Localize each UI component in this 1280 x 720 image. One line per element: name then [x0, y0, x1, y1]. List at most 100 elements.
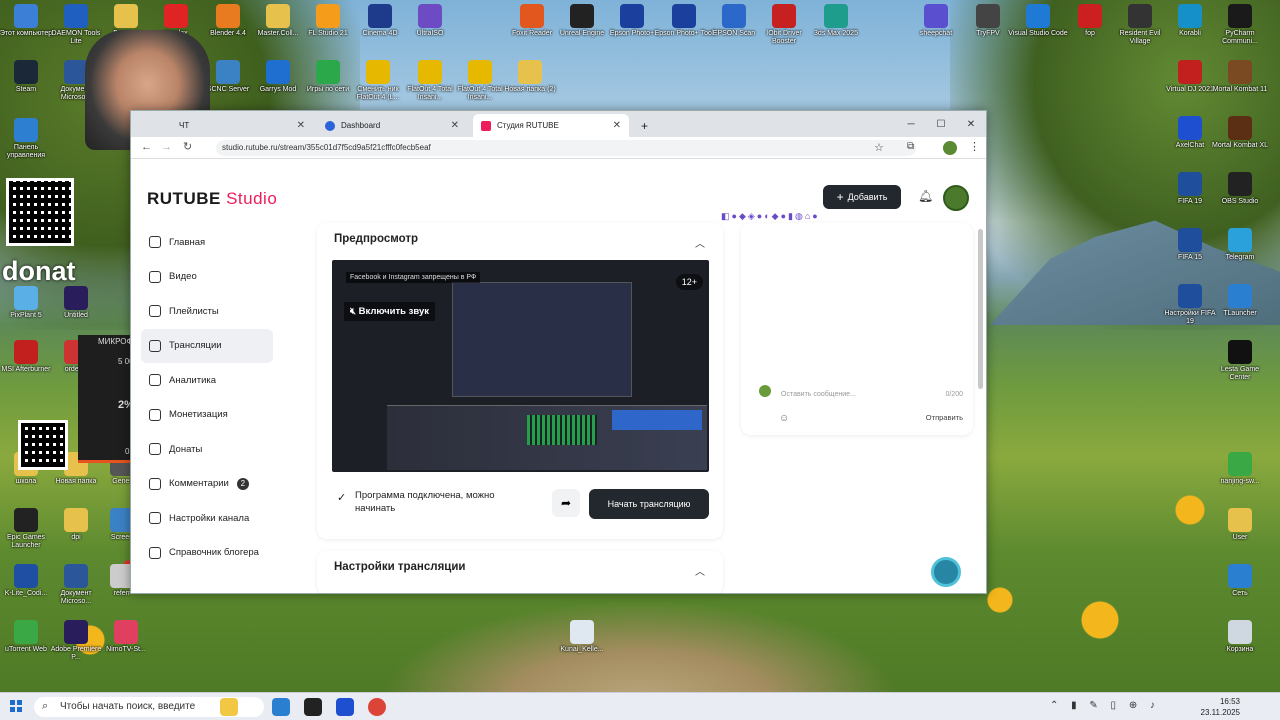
clock[interactable]: 16:53 23.11.2025	[1201, 696, 1240, 718]
browser-menu-icon[interactable]: ⋮	[969, 140, 980, 153]
app-icon	[1228, 508, 1252, 532]
desktop-shortcut[interactable]: 3ds Max 2025	[806, 4, 866, 60]
sidebar-item-label: Донаты	[169, 443, 203, 455]
notifications-bell-icon[interactable]: 🔔︎	[918, 189, 933, 203]
desktop-shortcut[interactable]: FL Studio 21	[298, 4, 358, 60]
url-field[interactable]: studio.rutube.ru/stream/355c01d7f5cd9a5f…	[216, 140, 916, 156]
support-chat-icon[interactable]	[931, 557, 961, 587]
desktop-shortcut[interactable]: sheepchat	[906, 4, 966, 60]
desktop-shortcut[interactable]: OBS Studio	[1210, 172, 1270, 228]
obs-taskbar-icon[interactable]	[304, 698, 322, 716]
tab-ct[interactable]: ЧТ ✕	[171, 114, 313, 137]
sidebar-item-label: Монетизация	[169, 409, 228, 421]
sidebar-item-0[interactable]: Главная	[141, 225, 273, 260]
nav-item-icon	[149, 270, 161, 283]
unmute-button[interactable]: 🔇︎ Включить звук	[344, 302, 435, 321]
desktop-shortcut[interactable]: TLauncher	[1210, 284, 1270, 340]
close-window-button[interactable]: ✕	[956, 111, 986, 137]
app-icon	[672, 4, 696, 28]
tab-dashboard[interactable]: Dashboard ✕	[317, 114, 467, 137]
rutube-studio-logo[interactable]: RUTUBE Studio	[147, 189, 277, 209]
stream-preview-player[interactable]: Facebook и Instagram запрещены в РФ 🔇︎ В…	[332, 260, 709, 472]
desktop-shortcut[interactable]: Сеть	[1210, 564, 1270, 620]
close-tab-icon[interactable]: ✕	[613, 120, 621, 131]
desktop-shortcut[interactable]: UltraISO	[400, 4, 460, 60]
sidebar-item-9[interactable]: Справочник блогера	[141, 536, 273, 571]
back-icon[interactable]: ←	[141, 141, 152, 153]
desktop-shortcut[interactable]: Сменить ник FlatOut 4 (L...	[348, 60, 408, 116]
desktop-shortcut-label: Untitled	[64, 312, 88, 319]
tab-rutube-studio[interactable]: Студия RUTUBE ✕	[473, 114, 629, 137]
desktop-shortcut[interactable]: Telegram	[1210, 228, 1270, 284]
desktop-shortcut[interactable]: PyCharm Communi...	[1210, 4, 1270, 60]
emoji-icon[interactable]: ☺	[779, 413, 789, 424]
start-stream-button[interactable]: Начать трансляцию	[589, 489, 709, 519]
sidebar-item-2[interactable]: Плейлисты	[141, 294, 273, 329]
app-icon	[1178, 228, 1202, 252]
app-icon	[14, 286, 38, 310]
share-icon[interactable]: ➦	[552, 489, 580, 517]
reload-icon[interactable]: ↻	[183, 140, 192, 153]
taskbar-search-placeholder: Чтобы начать поиск, введите	[60, 701, 196, 712]
comments-count-badge: 2	[236, 477, 249, 490]
forward-icon[interactable]: →	[161, 141, 172, 153]
app-icon	[418, 60, 442, 84]
user-avatar[interactable]	[943, 185, 969, 211]
desktop-shortcut[interactable]: nanjing-sw...	[1210, 452, 1270, 508]
sidebar-item-6[interactable]: Донаты	[141, 432, 273, 467]
bookmark-star-icon[interactable]: ☆	[874, 141, 884, 154]
app-icon	[64, 4, 88, 28]
chevron-up-icon[interactable]: ︿	[695, 563, 705, 578]
extensions-icon[interactable]: ⧉	[907, 141, 914, 152]
sidebar-item-8[interactable]: Настройки канала	[141, 501, 273, 536]
app-icon	[1178, 60, 1202, 84]
add-button[interactable]: + Добавить	[823, 185, 901, 209]
chrome-taskbar-icon[interactable]	[368, 698, 386, 716]
sidebar-item-3[interactable]: Трансляции	[141, 328, 273, 363]
app-icon	[722, 4, 746, 28]
app-icon	[1228, 284, 1252, 308]
desktop-shortcut[interactable]: Панель управления	[0, 118, 56, 174]
chat-user-avatar	[759, 385, 771, 397]
chat-send-button[interactable]: Отправить	[926, 413, 963, 422]
desktop-shortcut[interactable]: Kunai_Kelle...	[552, 620, 612, 676]
app-icon	[164, 4, 188, 28]
sidebar-item-5[interactable]: Монетизация	[141, 398, 273, 433]
copilot-icon[interactable]	[220, 698, 238, 716]
desktop-shortcut[interactable]: Untitled	[46, 286, 106, 342]
desktop-shortcut[interactable]: Visual Studio Code	[1008, 4, 1068, 60]
desktop-shortcut[interactable]: Корзина	[1210, 620, 1270, 676]
desktop-shortcut[interactable]: Mortal Kombat XL	[1210, 116, 1270, 172]
sidebar-item-label: Видео	[169, 271, 197, 283]
windows-start-icon[interactable]	[10, 700, 22, 712]
desktop-shortcut[interactable]: IObit Driver Booster	[754, 4, 814, 60]
desktop-shortcut[interactable]: NimoTV-St...	[96, 620, 156, 676]
sidebar-item-7[interactable]: Комментарии 2	[141, 467, 273, 502]
chat-input[interactable]: Оставить сообщение...	[781, 391, 856, 398]
desktop-shortcut[interactable]: Mortal Kombat 11	[1210, 60, 1270, 116]
close-tab-icon[interactable]: ✕	[451, 120, 459, 131]
system-tray[interactable]: ⌃ ▮ ✎ ▯ ⊕ ♪	[1050, 700, 1160, 711]
desktop-shortcut[interactable]: Lesta Game Center	[1210, 340, 1270, 396]
sidebar-item-4[interactable]: Аналитика	[141, 363, 273, 398]
desktop-shortcut[interactable]: Epson Photo+	[602, 4, 662, 60]
page-scrollbar[interactable]	[978, 229, 983, 389]
desktop-shortcut[interactable]: User	[1210, 508, 1270, 564]
profile-avatar[interactable]	[943, 141, 957, 155]
app-icon	[14, 564, 38, 588]
minimize-button[interactable]: ─	[896, 111, 926, 137]
desktop-shortcut[interactable]: Новая папка (2)	[500, 60, 560, 116]
taskbar-app-icon[interactable]	[336, 698, 354, 716]
taskbar-app-icon[interactable]	[272, 698, 290, 716]
sidebar-item-label: Справочник блогера	[169, 547, 259, 559]
sidebar-item-label: Аналитика	[169, 374, 217, 386]
desktop-shortcut-label: Корзина	[1226, 646, 1254, 653]
maximize-button[interactable]: ☐	[926, 111, 956, 137]
close-tab-icon[interactable]: ✕	[297, 120, 305, 131]
desktop-shortcut-label: OBS Studio	[1221, 198, 1259, 205]
desktop-shortcut-label: TLauncher	[1223, 310, 1257, 317]
sidebar-item-1[interactable]: Видео	[141, 260, 273, 295]
app-icon	[570, 4, 594, 28]
chevron-up-icon[interactable]: ︿	[695, 235, 705, 250]
new-tab-button[interactable]: +	[633, 114, 657, 137]
